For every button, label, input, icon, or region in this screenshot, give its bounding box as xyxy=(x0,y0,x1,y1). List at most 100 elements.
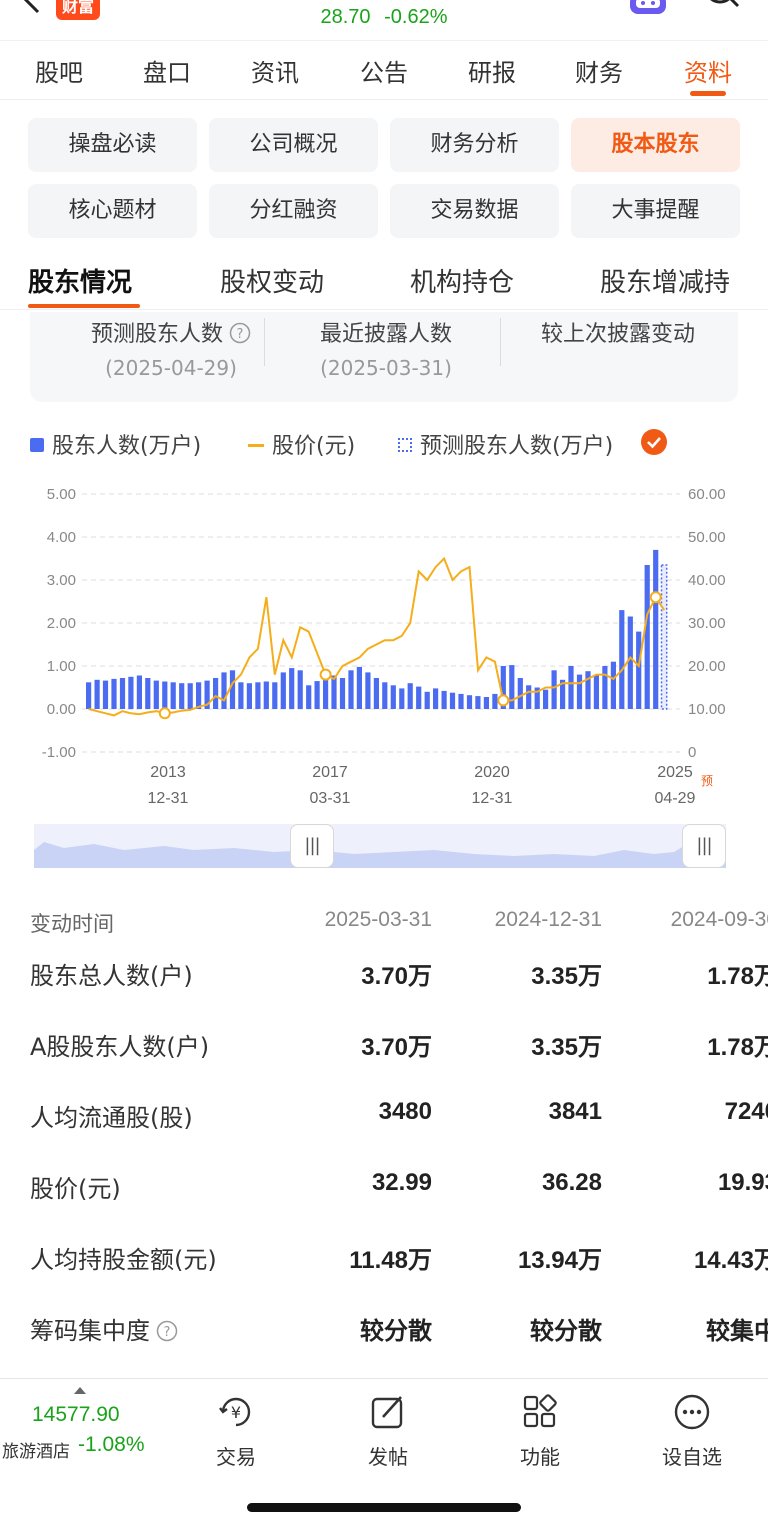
holder-bar xyxy=(416,686,422,709)
holder-bar xyxy=(102,680,109,709)
latest-label: 最近披露人数 xyxy=(319,322,452,347)
left-tick-label: -1.00 xyxy=(42,744,76,761)
help-icon[interactable]: ? xyxy=(229,322,251,344)
table-row: 股东总人数(户) 3.70万 3.35万 1.78万 xyxy=(0,956,768,996)
post-button[interactable]: 发帖 xyxy=(348,1393,428,1470)
holder-bar xyxy=(543,689,549,709)
holder-bar xyxy=(424,691,430,709)
functions-button[interactable]: 功能 xyxy=(500,1393,580,1470)
forecast-tag: 预 xyxy=(701,774,713,788)
trade-button[interactable]: ¥ 交易 xyxy=(196,1393,276,1470)
tab-news[interactable]: 资讯 xyxy=(235,53,315,88)
subtab-trading-guide[interactable]: 操盘必读 xyxy=(28,118,197,172)
help-icon[interactable]: ? xyxy=(156,1320,178,1342)
subtab-events[interactable]: 大事提醒 xyxy=(571,184,740,238)
summary-change: 较上次披露变动 xyxy=(518,316,718,348)
line-swatch xyxy=(248,444,264,447)
slider-sparkline xyxy=(34,840,726,868)
right-tick-label: 60.00 xyxy=(688,486,726,503)
x-label-date: 04-29 xyxy=(655,790,696,807)
right-tick-label: 0 xyxy=(688,744,696,761)
row-value: 7240 xyxy=(724,1098,768,1125)
legend-forecast-label: 预测股东人数(万户) xyxy=(420,434,614,459)
holder-bar xyxy=(238,682,244,709)
tab-finance[interactable]: 财务 xyxy=(559,53,639,88)
holder-bar xyxy=(86,682,92,709)
subtab-financial-analysis[interactable]: 财务分析 xyxy=(390,118,559,172)
divider xyxy=(264,318,265,366)
holder-bar xyxy=(407,683,413,709)
subtab-dividend-financing[interactable]: 分红融资 xyxy=(209,184,378,238)
change-label: 较上次披露变动 xyxy=(540,322,695,347)
slider-left-handle[interactable]: ||| xyxy=(290,824,334,868)
tab-profile[interactable]: 资料 xyxy=(668,53,748,88)
add-watchlist-button[interactable]: 设自选 xyxy=(652,1393,732,1470)
row-label: 人均持股金额(元) xyxy=(30,1246,217,1274)
trade-label: 交易 xyxy=(216,1445,256,1469)
svg-text:?: ? xyxy=(237,327,244,342)
right-tick-label: 20.00 xyxy=(688,658,726,675)
x-label-date: 03-31 xyxy=(310,790,351,807)
tab-holder-status[interactable]: 股东情况 xyxy=(28,262,132,299)
holder-bar xyxy=(297,670,303,709)
sector-index-value[interactable]: 14577.90 xyxy=(32,1403,120,1427)
holder-bar xyxy=(509,665,515,709)
row-label: 股价(元) xyxy=(30,1175,121,1203)
holder-bar xyxy=(306,685,312,709)
table-row: 筹码集中度? 较分散 较分散 较集中 xyxy=(0,1311,768,1351)
tab-announcements[interactable]: 公告 xyxy=(344,53,424,88)
summary-forecast: 预测股东人数? (2025-04-29) xyxy=(66,316,276,380)
expand-caret-icon[interactable] xyxy=(74,1387,86,1394)
tab-institution-holdings[interactable]: 机构持仓 xyxy=(410,262,514,299)
slider-right-handle[interactable]: ||| xyxy=(682,824,726,868)
row-value: 3480 xyxy=(378,1098,432,1125)
holder-bar xyxy=(263,681,269,709)
row-value: 3841 xyxy=(548,1098,602,1125)
subtab-company-overview[interactable]: 公司概况 xyxy=(209,118,378,172)
holder-bar xyxy=(179,683,185,709)
table-row: A股股东人数(户) 3.70万 3.35万 1.78万 xyxy=(0,1027,768,1067)
range-slider[interactable]: ||| ||| xyxy=(34,824,726,868)
holder-bar xyxy=(128,676,134,710)
forecast-date: (2025-04-29) xyxy=(105,356,237,380)
legend-holders-label: 股东人数(万户) xyxy=(52,434,202,459)
tab-pankou[interactable]: 盘口 xyxy=(127,53,207,88)
x-label-year: 2017 xyxy=(312,764,348,781)
holder-bar xyxy=(653,549,659,709)
holder-bar xyxy=(492,693,498,709)
subtab-core-themes[interactable]: 核心题材 xyxy=(28,184,197,238)
search-icon[interactable] xyxy=(700,0,744,20)
holder-bar xyxy=(466,695,473,709)
subtab-share-capital[interactable]: 股本股东 xyxy=(571,118,740,172)
right-tick-label: 30.00 xyxy=(688,615,726,632)
grid-apps-icon xyxy=(523,1394,557,1428)
header-col: 2025-03-31 xyxy=(324,908,432,931)
holder-bar xyxy=(221,672,227,709)
legend-price[interactable]: 股价(元) xyxy=(248,428,355,460)
assistant-avatar-icon[interactable] xyxy=(626,0,670,20)
row-value: 13.94万 xyxy=(517,1247,602,1274)
watchlist-label: 设自选 xyxy=(662,1445,722,1469)
sector-name[interactable]: 旅游酒店 xyxy=(2,1437,70,1462)
trade-yen-icon: ¥ xyxy=(219,1397,251,1427)
holder-price-chart[interactable]: 5.00 60.00 4.00 50.00 3.00 40.00 2.00 30.00 1.00… xyxy=(0,480,768,820)
tab-research[interactable]: 研报 xyxy=(452,53,532,88)
check-circle-icon[interactable] xyxy=(640,428,668,456)
sector-change[interactable]: -1.08% xyxy=(78,1433,145,1457)
post-label: 发帖 xyxy=(368,1445,408,1469)
header-label: 变动时间 xyxy=(30,912,114,936)
row-value: 14.43万 xyxy=(693,1247,768,1274)
holder-bar xyxy=(390,685,396,709)
holder-bar xyxy=(399,688,405,709)
tab-equity-change[interactable]: 股权变动 xyxy=(220,262,324,299)
summary-latest: 最近披露人数 (2025-03-31) xyxy=(286,316,486,380)
row-label: 人均流通股(股) xyxy=(30,1104,193,1132)
subtab-trading-data[interactable]: 交易数据 xyxy=(390,184,559,238)
legend-forecast[interactable]: 预测股东人数(万户) xyxy=(398,428,613,460)
tab-holder-increase-decrease[interactable]: 股东增减持 xyxy=(600,262,730,299)
divider xyxy=(500,318,501,366)
tab-guba[interactable]: 股吧 xyxy=(19,53,99,88)
row-label: 股东总人数(户) xyxy=(30,962,193,990)
price-marker xyxy=(158,707,171,720)
legend-holders[interactable]: 股东人数(万户) xyxy=(30,428,201,460)
